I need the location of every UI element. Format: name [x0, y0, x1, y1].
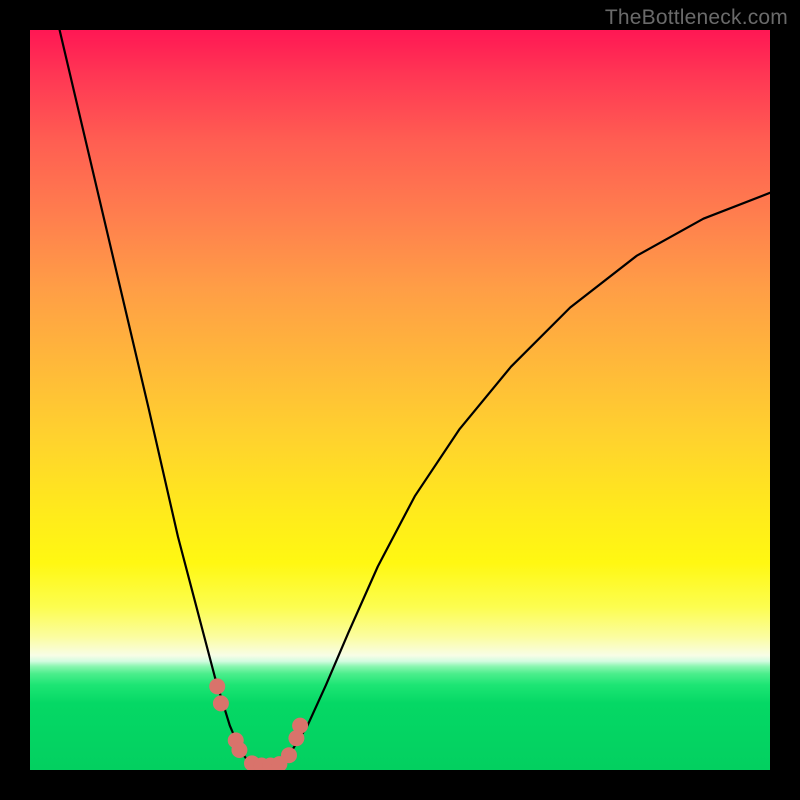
curve-layer: [30, 30, 770, 770]
chart-frame: TheBottleneck.com: [0, 0, 800, 800]
highlight-dot: [213, 695, 229, 711]
highlight-dot: [231, 742, 247, 758]
highlight-dot: [292, 718, 308, 734]
bottleneck-curve: [60, 30, 770, 770]
watermark-text: TheBottleneck.com: [605, 6, 788, 30]
highlight-dot: [281, 747, 297, 763]
plot-area: [30, 30, 770, 770]
highlight-dot: [209, 678, 225, 694]
highlight-dots: [209, 678, 308, 770]
